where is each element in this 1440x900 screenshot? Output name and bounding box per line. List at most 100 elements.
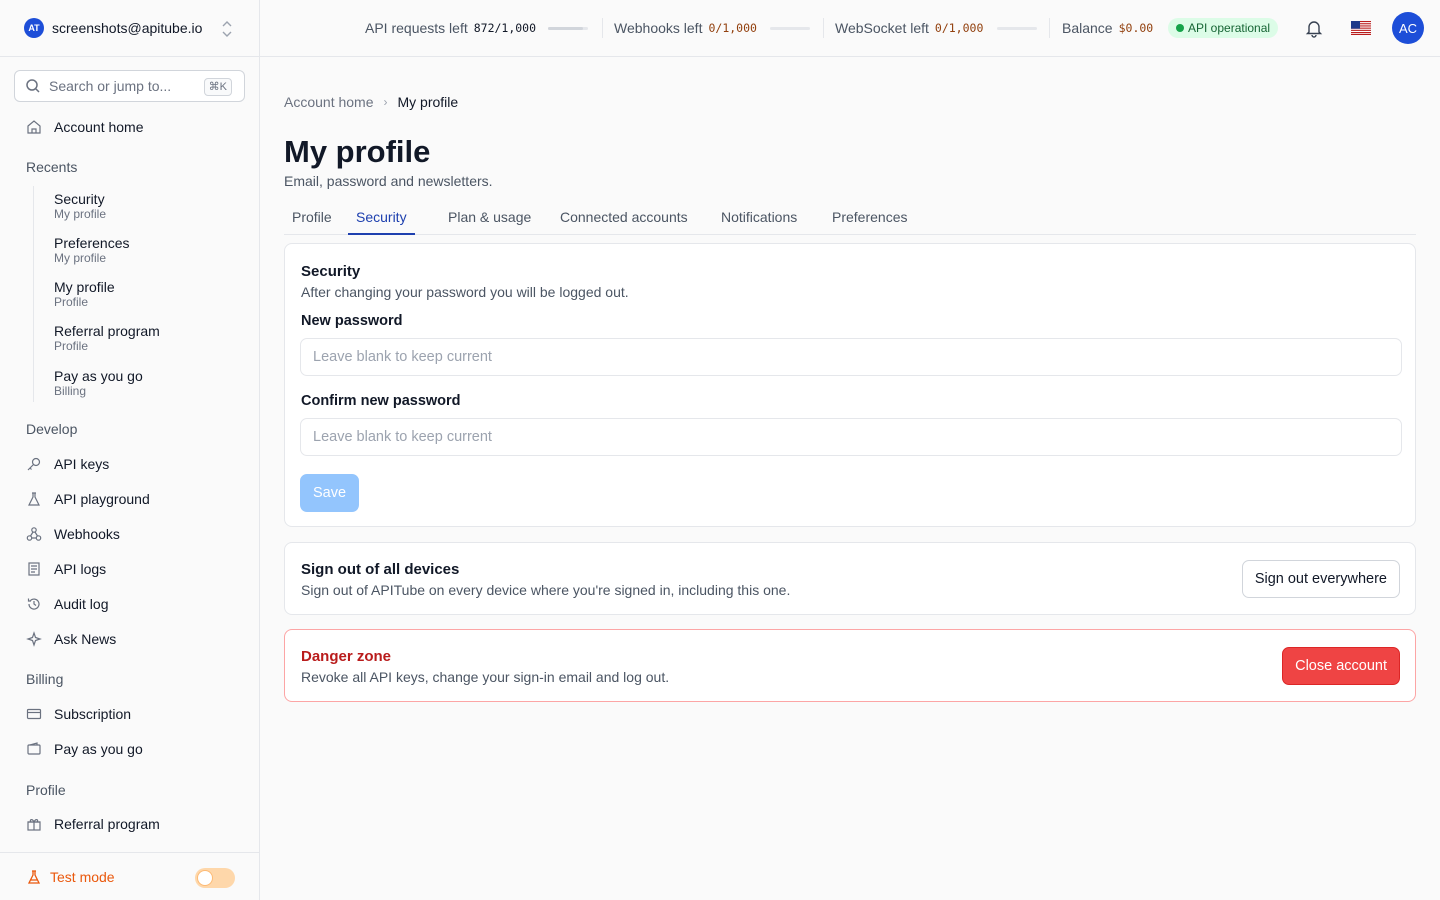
profile-heading: Profile bbox=[26, 782, 66, 798]
recents-heading: Recents bbox=[26, 159, 78, 175]
quota-value: 0/1,000 bbox=[708, 21, 757, 35]
account-switcher[interactable]: AT screenshots@apitube.io bbox=[0, 0, 259, 57]
breadcrumb-parent[interactable]: Account home bbox=[284, 94, 374, 110]
save-button[interactable]: Save bbox=[300, 474, 359, 512]
search-placeholder: Search or jump to... bbox=[49, 78, 172, 94]
tab-notifications[interactable]: Notifications bbox=[721, 209, 797, 235]
sidebar-item-pay-as-you-go[interactable]: Pay as you go bbox=[26, 739, 143, 759]
balance-value: $0.00 bbox=[1118, 21, 1154, 35]
search-box[interactable]: Search or jump to... ⌘K bbox=[14, 70, 245, 102]
tab-connected-accounts[interactable]: Connected accounts bbox=[560, 209, 688, 235]
page-subtitle: Email, password and newsletters. bbox=[284, 173, 493, 189]
quota-value: 0/1,000 bbox=[934, 21, 984, 35]
sidebar-item-audit-log[interactable]: Audit log bbox=[26, 594, 108, 614]
webhooks-progress bbox=[770, 27, 810, 30]
gift-icon bbox=[26, 816, 42, 832]
api-requests-progress bbox=[548, 27, 588, 30]
us-flag-icon[interactable] bbox=[1351, 21, 1371, 35]
recent-item[interactable]: Security My profile bbox=[54, 191, 106, 221]
sidebar-item-webhooks[interactable]: Webhooks bbox=[26, 524, 120, 544]
tab-preferences[interactable]: Preferences bbox=[832, 209, 907, 235]
balance-label: Balance bbox=[1062, 20, 1113, 36]
sidebar-item-label: Account home bbox=[54, 119, 144, 135]
card-title: Sign out of all devices bbox=[301, 561, 460, 578]
quota-value: 872/1,000 bbox=[473, 21, 537, 35]
sign-out-card: Sign out of all devices Sign out of APIT… bbox=[284, 542, 1416, 615]
recent-item[interactable]: Referral program Profile bbox=[54, 323, 160, 353]
chevron-right-icon: › bbox=[383, 95, 388, 109]
avatar[interactable]: AC bbox=[1392, 12, 1424, 44]
sidebar-item-api-keys[interactable]: API keys bbox=[26, 454, 109, 474]
security-card: Security After changing your password yo… bbox=[284, 243, 1416, 527]
recents-divider bbox=[33, 186, 34, 402]
sign-out-everywhere-button[interactable]: Sign out everywhere bbox=[1241, 560, 1400, 598]
confirm-password-field[interactable] bbox=[300, 418, 1402, 456]
flask-icon bbox=[26, 491, 42, 507]
recent-subtitle: Billing bbox=[54, 384, 87, 398]
card-description: Sign out of APITube on every device wher… bbox=[301, 582, 791, 598]
profile-tabs: Profile Security Plan & usage Connected … bbox=[284, 206, 1416, 235]
test-mode-label: Test mode bbox=[50, 868, 115, 885]
tab-plan-usage[interactable]: Plan & usage bbox=[448, 209, 531, 235]
status-dot bbox=[1176, 24, 1184, 32]
new-password-field[interactable] bbox=[300, 338, 1402, 376]
key-icon bbox=[26, 456, 42, 472]
search-icon bbox=[26, 79, 40, 93]
websocket-quota: WebSocket left 0/1,000 bbox=[835, 20, 983, 36]
recent-item[interactable]: Pay as you go Billing bbox=[54, 368, 143, 398]
sidebar-item-label: Subscription bbox=[54, 706, 132, 722]
page-title: My profile bbox=[284, 134, 431, 169]
close-account-button[interactable]: Close account bbox=[1282, 647, 1400, 685]
new-password-label: New password bbox=[301, 313, 403, 329]
sidebar-item-label: Pay as you go bbox=[54, 741, 143, 757]
sidebar-item-api-logs[interactable]: API logs bbox=[26, 559, 106, 579]
card-title: Danger zone bbox=[301, 648, 392, 665]
sparkle-icon bbox=[26, 631, 42, 647]
quota-label: Webhooks left bbox=[614, 20, 703, 36]
divider bbox=[1049, 18, 1050, 38]
webhooks-quota: Webhooks left 0/1,000 bbox=[614, 20, 757, 36]
topbar: API requests left 872/1,000 Webhooks lef… bbox=[260, 0, 1440, 57]
recent-title: Pay as you go bbox=[54, 368, 143, 384]
breadcrumb-current: My profile bbox=[397, 94, 459, 110]
recent-item[interactable]: Preferences My profile bbox=[54, 235, 129, 265]
recent-item[interactable]: My profile Profile bbox=[54, 279, 115, 309]
search-shortcut: ⌘K bbox=[203, 78, 232, 96]
tab-profile[interactable]: Profile bbox=[292, 209, 332, 235]
history-icon bbox=[26, 596, 42, 612]
balance: Balance $0.00 bbox=[1062, 20, 1153, 36]
status-text: API operational bbox=[1188, 21, 1271, 35]
breadcrumb: Account home › My profile bbox=[284, 94, 458, 110]
sidebar-item-subscription[interactable]: Subscription bbox=[26, 704, 131, 724]
toggle-knob bbox=[197, 870, 213, 886]
divider bbox=[823, 18, 824, 38]
logs-icon bbox=[26, 561, 42, 577]
bell-icon[interactable] bbox=[1304, 18, 1324, 38]
recent-subtitle: My profile bbox=[54, 207, 107, 221]
recent-subtitle: Profile bbox=[54, 339, 89, 353]
test-mode-toggle[interactable] bbox=[195, 868, 235, 888]
sidebar-item-label: API playground bbox=[54, 491, 150, 507]
confirm-password-label: Confirm new password bbox=[301, 393, 461, 409]
sidebar-item-account-home[interactable]: Account home bbox=[26, 117, 144, 137]
quota-label: API requests left bbox=[365, 20, 468, 36]
sidebar-item-label: Audit log bbox=[54, 596, 109, 612]
sidebar-item-label: API keys bbox=[54, 456, 110, 472]
wallet-icon bbox=[26, 741, 42, 757]
card-description: Revoke all API keys, change your sign-in… bbox=[301, 669, 670, 685]
sidebar-item-label: Webhooks bbox=[54, 526, 120, 542]
api-requests-quota: API requests left 872/1,000 bbox=[365, 20, 536, 36]
develop-heading: Develop bbox=[26, 421, 78, 437]
billing-heading: Billing bbox=[26, 671, 64, 687]
card-description: After changing your password you will be… bbox=[301, 284, 629, 300]
sidebar-item-api-playground[interactable]: API playground bbox=[26, 489, 150, 509]
test-mode-bar: Test mode bbox=[0, 852, 259, 900]
sidebar-item-ask-news[interactable]: Ask News bbox=[26, 629, 116, 649]
status-badge[interactable]: API operational bbox=[1168, 18, 1279, 38]
recent-title: Referral program bbox=[54, 323, 160, 339]
account-email: screenshots@apitube.io bbox=[52, 20, 203, 36]
divider bbox=[602, 18, 603, 38]
sidebar-item-referral-program[interactable]: Referral program bbox=[26, 814, 160, 834]
chevron-up-down-icon bbox=[222, 21, 232, 37]
tab-security[interactable]: Security bbox=[348, 209, 415, 235]
